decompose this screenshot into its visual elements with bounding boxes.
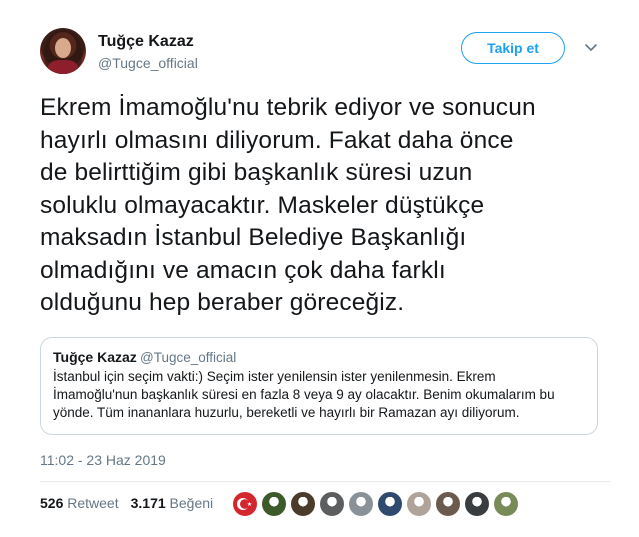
tweet-text: Ekrem İmamoğlu'nu tebrik ediyor ve sonuc… bbox=[40, 92, 610, 320]
quoted-tweet-text: İstanbul için seçim vakti:) Seçim ister … bbox=[53, 368, 593, 422]
retweet-stat[interactable]: 526 Retweet bbox=[40, 495, 119, 511]
tweet-text-line: maksadın İstanbul Belediye Başkanlığı bbox=[40, 224, 467, 251]
liker-avatar[interactable] bbox=[406, 491, 432, 517]
liker-avatar[interactable] bbox=[290, 491, 316, 517]
liker-avatar[interactable] bbox=[435, 491, 461, 517]
tweet-header: Tuğçe Kazaz @Tugce_official Takip et bbox=[40, 28, 610, 78]
user-name[interactable]: Tuğçe Kazaz bbox=[98, 33, 194, 51]
liker-avatar[interactable] bbox=[377, 491, 403, 517]
tweet-stats: 526 Retweet 3.171 Beğeni bbox=[40, 495, 213, 511]
quoted-text-line: İmamoğlu'nun başkanlık süresi en fazla 8… bbox=[53, 387, 555, 402]
liker-avatar[interactable] bbox=[464, 491, 490, 517]
like-stat[interactable]: 3.171 Beğeni bbox=[131, 495, 214, 511]
liker-avatar[interactable] bbox=[319, 491, 345, 517]
retweet-label: Retweet bbox=[67, 495, 119, 511]
tweet-text-line: de belirttiğim gibi başkanlık süresi uzu… bbox=[40, 159, 473, 186]
tweet-text-line: Ekrem İmamoğlu'nu tebrik ediyor ve sonuc… bbox=[40, 94, 536, 121]
user-avatar[interactable] bbox=[40, 28, 86, 74]
tweet-text-line: olduğunu hep beraber göreceğiz. bbox=[40, 289, 405, 316]
quoted-tweet[interactable]: Tuğçe Kazaz @Tugce_official İstanbul içi… bbox=[40, 337, 598, 435]
tweet-timestamp[interactable]: 11:02 - 23 Haz 2019 bbox=[40, 452, 166, 468]
liker-avatar[interactable] bbox=[348, 491, 374, 517]
liker-avatar[interactable] bbox=[493, 491, 519, 517]
turkish-flag-avatar[interactable] bbox=[232, 491, 258, 517]
like-label: Beğeni bbox=[169, 495, 214, 511]
retweet-count: 526 bbox=[40, 495, 64, 511]
tweet-text-line: hayırlı olmasını diliyorum. Fakat daha ö… bbox=[40, 126, 514, 154]
follow-button[interactable]: Takip et bbox=[461, 32, 565, 64]
tweet-text-line: soluklu olmayacaktır. Maskeler düştükçe bbox=[40, 191, 485, 219]
like-count: 3.171 bbox=[130, 495, 166, 511]
tweet-text-line: olmadığını ve amacın çok daha farklı bbox=[40, 256, 446, 284]
quoted-text-line: İstanbul için seçim vakti:) Seçim ister … bbox=[53, 369, 496, 384]
quoted-user-name: Tuğçe Kazaz bbox=[53, 349, 137, 365]
divider bbox=[40, 481, 610, 482]
quoted-user-handle: @Tugce_official bbox=[140, 350, 237, 365]
quoted-text-line: yönde. Tüm inananlara huzurlu, bereketli… bbox=[53, 405, 520, 420]
chevron-down-icon[interactable] bbox=[584, 40, 598, 54]
liker-avatar[interactable] bbox=[261, 491, 287, 517]
user-handle[interactable]: @Tugce_official bbox=[98, 55, 198, 71]
